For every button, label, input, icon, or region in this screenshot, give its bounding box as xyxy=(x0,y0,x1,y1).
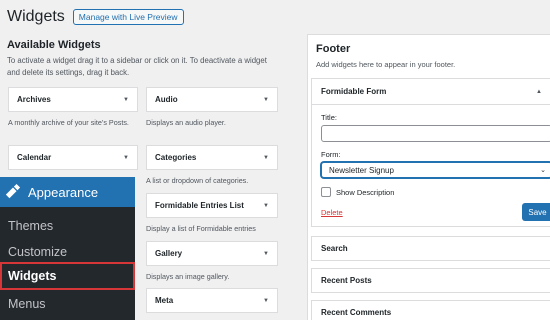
caret-down-icon: ▼ xyxy=(263,250,269,257)
area-search[interactable]: Search xyxy=(311,236,550,261)
widget-meta[interactable]: Meta ▼ xyxy=(146,288,278,313)
area-name: Recent Posts xyxy=(321,276,372,285)
widget-description: A monthly archive of your site’s Posts. xyxy=(8,118,129,127)
form-select-value: Newsletter Signup xyxy=(329,165,394,175)
caret-down-icon: ▼ xyxy=(123,96,129,103)
show-description-checkbox[interactable] xyxy=(321,187,331,197)
widget-name: Formidable Entries List xyxy=(155,201,244,210)
widget-name: Calendar xyxy=(17,153,52,162)
available-widgets-heading: Available Widgets xyxy=(7,39,101,51)
caret-down-icon: ▼ xyxy=(123,154,129,161)
footer-area-title: Footer xyxy=(316,43,351,55)
caret-down-icon: ▼ xyxy=(263,96,269,103)
caret-down-icon: ▼ xyxy=(263,154,269,161)
widget-name: Archives xyxy=(17,95,51,104)
widget-calendar[interactable]: Calendar ▼ xyxy=(8,145,138,170)
submenu-themes[interactable]: Themes xyxy=(8,219,53,233)
show-description-label: Show Description xyxy=(336,187,395,197)
chevron-down-icon: ⌄ xyxy=(540,167,546,174)
widget-formidable-entries-list[interactable]: Formidable Entries List ▼ xyxy=(146,193,278,218)
widget-audio[interactable]: Audio ▼ xyxy=(146,87,278,112)
widget-gallery[interactable]: Gallery ▼ xyxy=(146,241,278,266)
widget-name: Gallery xyxy=(155,249,183,258)
submenu-widgets-label: Widgets xyxy=(8,269,57,283)
caret-down-icon: ▼ xyxy=(263,297,269,304)
paintbrush-icon xyxy=(5,184,21,199)
widget-description: A list or dropdown of categories. xyxy=(146,176,249,185)
area-name: Recent Comments xyxy=(321,308,392,317)
formidable-form-widget: Formidable Form ▲ Title: Form: Newslette… xyxy=(311,78,550,227)
widget-name: Categories xyxy=(155,153,197,162)
manage-live-preview-button[interactable]: Manage with Live Preview xyxy=(72,8,184,26)
widget-description: Displays an image gallery. xyxy=(146,272,230,281)
area-recent-comments[interactable]: Recent Comments xyxy=(311,300,550,320)
widget-categories[interactable]: Categories ▼ xyxy=(146,145,278,170)
area-recent-posts[interactable]: Recent Posts xyxy=(311,268,550,293)
save-button[interactable]: Save xyxy=(522,203,550,221)
widget-description: Displays an audio player. xyxy=(146,118,226,127)
widget-name: Audio xyxy=(155,95,178,104)
formidable-form-widget-body: Title: Form: Newsletter Signup ⌄ Show De… xyxy=(312,104,550,226)
caret-down-icon: ▼ xyxy=(263,202,269,209)
appearance-label: Appearance xyxy=(28,184,99,200)
footer-area-description: Add widgets here to appear in your foote… xyxy=(316,60,456,69)
widget-name: Meta xyxy=(155,296,174,305)
formidable-form-widget-header[interactable]: Formidable Form ▲ xyxy=(312,79,550,104)
page-header: Widgets Manage with Live Preview xyxy=(7,7,184,27)
submenu-menus[interactable]: Menus xyxy=(8,297,46,311)
available-widgets-description: To activate a widget drag it to a sideba… xyxy=(7,56,267,77)
appearance-menu-item[interactable]: Appearance xyxy=(0,177,135,207)
area-name: Search xyxy=(321,244,348,253)
widget-name: Formidable Form xyxy=(321,87,387,96)
form-label: Form: xyxy=(321,150,341,159)
widget-archives[interactable]: Archives ▼ xyxy=(8,87,138,112)
submenu-customize[interactable]: Customize xyxy=(8,245,67,259)
admin-menu-appearance: Appearance Themes Customize Widgets Menu… xyxy=(0,177,135,320)
caret-up-icon: ▲ xyxy=(536,88,542,95)
form-select[interactable]: Newsletter Signup ⌄ xyxy=(321,162,550,178)
title-input[interactable] xyxy=(321,125,550,142)
page-title: Widgets xyxy=(7,8,65,25)
widget-description: Display a list of Formidable entries xyxy=(146,224,256,233)
submenu-widgets[interactable]: Widgets xyxy=(0,262,135,290)
delete-link[interactable]: Delete xyxy=(321,208,343,217)
show-description-option: Show Description xyxy=(321,187,394,197)
title-label: Title: xyxy=(321,113,337,122)
